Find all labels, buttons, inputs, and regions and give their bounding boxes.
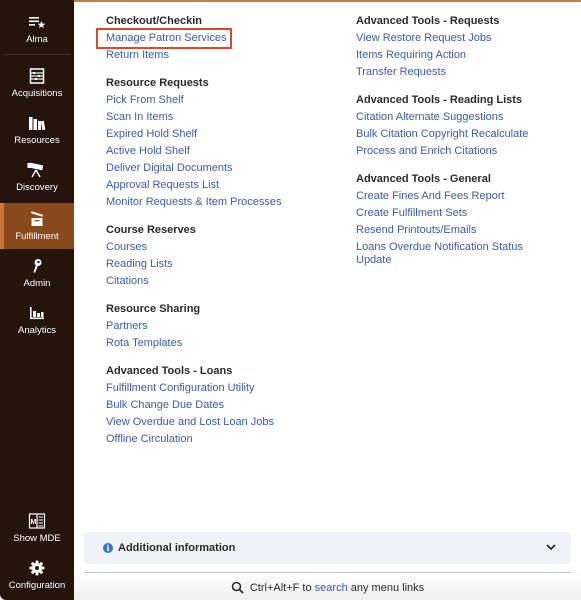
link-partners[interactable]: Partners <box>106 318 336 335</box>
sidebar-item-label: Alma <box>26 34 48 45</box>
group-title: Advanced Tools - Loans <box>106 365 233 377</box>
menu-search-hint: Ctrl+Alt+F to search any menu links <box>74 573 581 600</box>
link-citation-alternate-suggestions[interactable]: Citation Alternate Suggestions <box>356 109 556 126</box>
additional-information-toggle[interactable]: i Additional information <box>84 532 571 564</box>
abacus-icon <box>27 67 47 85</box>
chevron-down-icon[interactable] <box>545 541 557 553</box>
link-resend-printouts-emails[interactable]: Resend Printouts/Emails <box>356 222 556 239</box>
link-loans-overdue-notification-status-update[interactable]: Loans Overdue Notification Status Update <box>356 241 546 267</box>
link-transfer-requests[interactable]: Transfer Requests <box>356 64 556 81</box>
menu-group-checkout-checkin: Checkout/Checkin Manage Patron Services … <box>96 13 336 64</box>
link-create-fulfillment-sets[interactable]: Create Fulfillment Sets <box>356 205 556 222</box>
sidebar-item-label: Fulfillment <box>15 231 59 242</box>
sidebar-item-label: Analytics <box>17 325 56 336</box>
key-icon <box>27 257 47 275</box>
sidebar-item-fulfillment[interactable]: Fulfillment <box>0 203 74 249</box>
sidebar-item-label: Acquisitions <box>11 88 63 99</box>
link-items-requiring-action[interactable]: Items Requiring Action <box>356 47 556 64</box>
menu-group-advanced-tools-reading-lists: Advanced Tools - Reading Lists Citation … <box>356 92 556 160</box>
sidebar-item-label: Show MDE <box>13 533 61 544</box>
link-citations[interactable]: Citations <box>106 273 336 290</box>
additional-information-title: Additional information <box>118 542 236 554</box>
info-icon: i <box>103 543 113 553</box>
sidebar-item-resources[interactable]: Resources <box>0 107 74 153</box>
group-title: Advanced Tools - Requests <box>356 15 500 27</box>
sidebar-item-discovery[interactable]: Discovery <box>0 154 74 200</box>
link-pick-from-shelf[interactable]: Pick From Shelf <box>106 92 336 109</box>
link-manage-patron-services[interactable]: Manage Patron Services <box>96 28 232 49</box>
link-reading-lists[interactable]: Reading Lists <box>106 256 336 273</box>
sidebar-item-admin[interactable]: Admin <box>0 250 74 296</box>
link-expired-hold-shelf[interactable]: Expired Hold Shelf <box>106 126 336 143</box>
group-title: Resource Sharing <box>106 303 201 315</box>
link-rota-templates[interactable]: Rota Templates <box>106 335 336 352</box>
menu-group-advanced-tools-requests: Advanced Tools - Requests View Restore R… <box>356 13 556 81</box>
link-create-fines-fees-report[interactable]: Create Fines And Fees Report <box>356 188 556 205</box>
link-bulk-citation-copyright-recalculate[interactable]: Bulk Citation Copyright Recalculate <box>356 126 556 143</box>
hint-rest-text: any menu links <box>350 581 425 594</box>
link-view-overdue-lost-loan-jobs[interactable]: View Overdue and Lost Loan Jobs <box>106 414 336 431</box>
link-courses[interactable]: Courses <box>106 239 336 256</box>
link-process-enrich-citations[interactable]: Process and Enrich Citations <box>356 143 556 160</box>
sidebar-item-acquisitions[interactable]: Acquisitions <box>0 60 74 106</box>
sidebar-item-label: Resources <box>14 135 60 146</box>
group-title: Checkout/Checkin <box>106 15 202 27</box>
shortcut-text: Ctrl+Alt+F <box>249 581 300 594</box>
menu-group-resource-requests: Resource Requests Pick From Shelf Scan I… <box>106 75 336 211</box>
books-icon <box>27 114 47 132</box>
to-text: to <box>302 581 312 594</box>
menu-group-resource-sharing: Resource Sharing Partners Rota Templates <box>106 301 336 352</box>
mde-book-icon: M <box>27 512 47 530</box>
menu-group-course-reserves: Course Reserves Courses Reading Lists Ci… <box>106 222 336 290</box>
menu-group-advanced-tools-loans: Advanced Tools - Loans Fulfillment Confi… <box>106 363 336 448</box>
sidebar-item-analytics[interactable]: Analytics <box>0 297 74 343</box>
search-icon <box>231 581 244 594</box>
sidebar-divider <box>4 54 70 55</box>
link-view-restore-request-jobs[interactable]: View Restore Request Jobs <box>356 30 556 47</box>
group-title: Resource Requests <box>106 77 209 89</box>
menu-column-left: Checkout/Checkin Manage Patron Services … <box>96 13 336 459</box>
fulfillment-menu-panel: Checkout/Checkin Manage Patron Services … <box>74 0 581 600</box>
link-monitor-requests[interactable]: Monitor Requests & Item Processes <box>106 194 336 211</box>
sidebar-item-label: Configuration <box>8 580 66 591</box>
link-fulfillment-configuration-utility[interactable]: Fulfillment Configuration Utility <box>106 380 336 397</box>
menu-group-advanced-tools-general: Advanced Tools - General Create Fines An… <box>356 171 556 267</box>
link-approval-requests-list[interactable]: Approval Requests List <box>106 177 336 194</box>
svg-text:M: M <box>31 519 37 526</box>
link-deliver-digital-documents[interactable]: Deliver Digital Documents <box>106 160 336 177</box>
sidebar-item-configuration[interactable]: Configuration <box>0 552 74 598</box>
link-return-items[interactable]: Return Items <box>106 47 336 64</box>
alma-star-list-icon <box>27 13 47 31</box>
sidebar-item-label: Discovery <box>16 182 58 193</box>
gear-icon <box>27 559 47 577</box>
group-title: Advanced Tools - Reading Lists <box>356 94 523 106</box>
search-keyword: search <box>314 581 348 594</box>
link-bulk-change-due-dates[interactable]: Bulk Change Due Dates <box>106 397 336 414</box>
sidebar-item-show-mde[interactable]: M Show MDE <box>0 505 74 551</box>
sidebar-item-alma[interactable]: Alma <box>0 6 74 52</box>
group-title: Course Reserves <box>106 224 196 236</box>
sidebar-nav: Alma Acquisitions Resources Discovery Fu… <box>0 0 74 600</box>
telescope-icon <box>27 161 47 179</box>
bar-chart-icon <box>27 304 47 322</box>
sidebar-item-label: Admin <box>23 278 51 289</box>
group-title: Advanced Tools - General <box>356 173 491 185</box>
menu-column-right: Advanced Tools - Requests View Restore R… <box>356 13 556 278</box>
link-active-hold-shelf[interactable]: Active Hold Shelf <box>106 143 336 160</box>
link-offline-circulation[interactable]: Offline Circulation <box>106 431 336 448</box>
link-scan-in-items[interactable]: Scan In Items <box>106 109 336 126</box>
box-icon <box>27 210 47 228</box>
